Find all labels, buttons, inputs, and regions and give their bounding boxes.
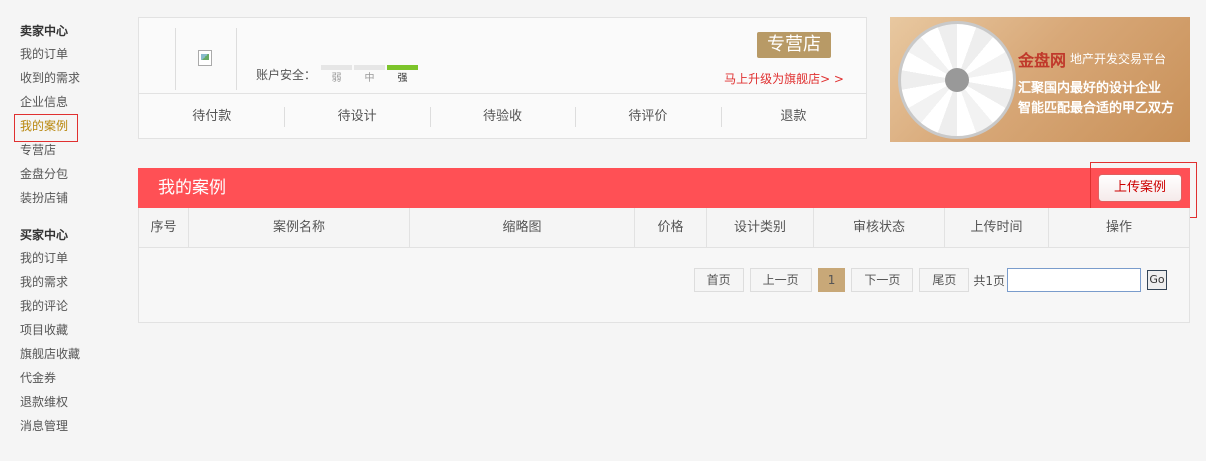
tab-pending-payment[interactable]: 待付款 xyxy=(139,94,284,139)
upload-case-button[interactable]: 上传案例 xyxy=(1098,174,1182,202)
specialty-store-badge: 专营店 xyxy=(757,32,831,58)
sidebar-item-vouchers[interactable]: 代金券 xyxy=(20,366,110,390)
sidebar-item-my-cases[interactable]: 我的案例 xyxy=(14,114,110,142)
sidebar-item-refunds[interactable]: 退款维权 xyxy=(20,390,110,414)
current-page-button[interactable]: 1 xyxy=(817,268,846,292)
col-case-name: 案例名称 xyxy=(189,208,410,247)
last-page-button[interactable]: 尾页 xyxy=(919,268,970,292)
tab-refund[interactable]: 退款 xyxy=(720,94,866,139)
security-level-medium: 中 xyxy=(354,65,385,84)
sidebar: 卖家中心 我的订单 收到的需求 企业信息 我的案例 专营店 金盘分包 装扮店铺 … xyxy=(14,20,110,438)
prev-page-button[interactable]: 上一页 xyxy=(749,268,812,292)
col-design-category: 设计类别 xyxy=(707,208,814,247)
col-actions: 操作 xyxy=(1105,220,1132,235)
col-thumbnail: 缩略图 xyxy=(410,208,635,247)
ad-logo: 金盘网 xyxy=(1018,51,1067,70)
go-button[interactable]: Go xyxy=(1147,270,1167,290)
col-index: 序号 xyxy=(139,208,189,247)
total-pages: 共1页 xyxy=(973,273,1005,288)
partner-logo-wheel xyxy=(898,21,1016,139)
col-price: 价格 xyxy=(635,208,707,247)
cases-title: 我的案例 xyxy=(158,178,226,198)
avatar[interactable] xyxy=(175,28,237,90)
sidebar-item-received-demands[interactable]: 收到的需求 xyxy=(20,66,110,90)
security-level-strong: 强 xyxy=(387,65,418,84)
seller-center-title: 卖家中心 xyxy=(20,24,69,38)
upgrade-flagship-link[interactable]: 马上升级为旗舰店> > xyxy=(724,70,844,87)
sidebar-item-my-demands[interactable]: 我的需求 xyxy=(20,270,110,294)
security-label: 账户安全： xyxy=(256,68,317,82)
sidebar-item-subcontract[interactable]: 金盘分包 xyxy=(20,162,110,186)
page-number-input[interactable] xyxy=(1007,268,1141,292)
cases-header: 我的案例 上传案例 xyxy=(138,168,1190,208)
broken-image-icon xyxy=(198,50,212,66)
pagination: 首页 上一页 1 下一页 尾页 共1页 Go xyxy=(693,268,1167,292)
col-upload-time: 上传时间 xyxy=(945,208,1049,247)
ad-banner[interactable]: 金盘网 地产开发交易平台 汇聚国内最好的设计企业 智能匹配最合适的甲乙双方 xyxy=(890,17,1190,142)
sidebar-item-flagship-favorites[interactable]: 旗舰店收藏 xyxy=(20,342,110,366)
tab-pending-acceptance[interactable]: 待验收 xyxy=(429,94,575,139)
col-review-status: 审核状态 xyxy=(814,208,945,247)
ad-slogan-line1: 汇聚国内最好的设计企业 xyxy=(1018,81,1162,96)
account-panel: 账户安全： 弱 中 强 专营店 马上升级为旗舰店> > 待付款 待设计 待验收 … xyxy=(138,17,867,139)
security-meter: 弱 中 强 xyxy=(321,65,418,84)
sidebar-item-seller-orders[interactable]: 我的订单 xyxy=(20,42,110,66)
buyer-center-title: 买家中心 xyxy=(20,228,69,242)
order-status-tabs: 待付款 待设计 待验收 待评价 退款 xyxy=(139,93,866,139)
ad-tagline: 地产开发交易平台 xyxy=(1070,52,1167,66)
sidebar-item-company-info[interactable]: 企业信息 xyxy=(20,90,110,114)
first-page-button[interactable]: 首页 xyxy=(693,268,744,292)
sidebar-item-buyer-orders[interactable]: 我的订单 xyxy=(20,246,110,270)
cases-table: 序号 案例名称 缩略图 价格 设计类别 审核状态 上传时间 操作 首页 上一页 … xyxy=(138,208,1190,323)
security-level-weak: 弱 xyxy=(321,65,352,84)
next-page-button[interactable]: 下一页 xyxy=(851,268,914,292)
sidebar-item-messages[interactable]: 消息管理 xyxy=(20,414,110,438)
sidebar-item-my-comments[interactable]: 我的评论 xyxy=(20,294,110,318)
ad-slogan-line2: 智能匹配最合适的甲乙双方 xyxy=(1018,101,1175,116)
tab-pending-design[interactable]: 待设计 xyxy=(284,94,429,139)
sidebar-item-project-favorites[interactable]: 项目收藏 xyxy=(20,318,110,342)
sidebar-item-decorate-store[interactable]: 装扮店铺 xyxy=(20,186,110,210)
table-header: 序号 案例名称 缩略图 价格 设计类别 审核状态 上传时间 操作 xyxy=(139,208,1189,248)
tab-pending-review[interactable]: 待评价 xyxy=(575,94,720,139)
